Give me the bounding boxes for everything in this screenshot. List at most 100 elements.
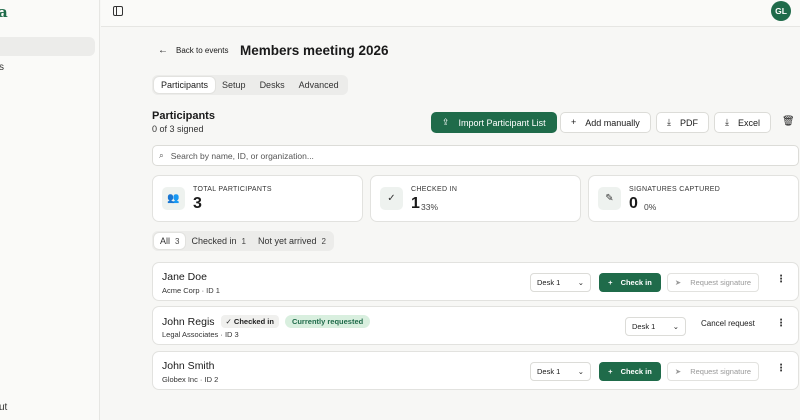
pdf-label: PDF xyxy=(679,117,698,128)
plus-icon: + xyxy=(571,117,577,127)
user-plus-icon: + xyxy=(608,367,613,376)
chevron-down-icon: ⌄ xyxy=(577,278,584,287)
search-input[interactable]: ⌕ Search by name, ID, or organization... xyxy=(152,145,799,166)
participant-row: John Regis ✓ Checked in Currently reques… xyxy=(152,306,799,345)
sidebar: a s ut xyxy=(0,0,100,420)
desk-value: Desk 1 xyxy=(537,278,561,287)
request-signature-label: Request signature xyxy=(690,367,752,376)
filter-count: 1 xyxy=(241,236,246,246)
chevron-down-icon: ⌄ xyxy=(577,367,584,376)
check-in-button[interactable]: + Check in xyxy=(599,362,661,381)
request-signature-label: Request signature xyxy=(690,278,752,287)
participant-name-text: John Regis xyxy=(162,315,215,328)
filter-label: Not yet arrived xyxy=(257,236,317,246)
stat-label: TOTAL PARTICIPANTS xyxy=(193,186,272,193)
excel-label: Excel xyxy=(737,117,760,128)
page-title: Members meeting 2026 xyxy=(240,43,389,58)
desk-value: Desk 1 xyxy=(632,322,656,331)
check-in-label: Check in xyxy=(620,367,652,376)
more-options-icon[interactable]: ⋮ xyxy=(776,363,786,374)
back-label: Back to events xyxy=(176,46,229,55)
brand-logo[interactable]: a xyxy=(0,3,8,21)
download-icon: ⤓ xyxy=(725,117,729,127)
participant-meta: Globex Inc · ID 2 xyxy=(162,375,219,384)
filter-label: Checked in xyxy=(191,236,237,246)
participant-meta: Acme Corp · ID 1 xyxy=(162,286,220,295)
participant-name: John Smith xyxy=(162,360,215,372)
stat-label: SIGNATURES CAPTURED xyxy=(629,186,721,193)
stat-value: 1 xyxy=(411,195,420,212)
filter-count: 2 xyxy=(321,236,326,246)
signed-count: 0 of 3 signed xyxy=(152,124,204,134)
participant-name-text: John Smith xyxy=(162,360,215,372)
checked-in-badge-label: Checked in xyxy=(233,317,274,326)
search-icon: ⌕ xyxy=(159,150,164,160)
participant-name: John Regis ✓ Checked in Currently reques… xyxy=(162,315,371,328)
arrow-left-icon: ← xyxy=(158,45,168,56)
request-signature-button[interactable]: ➤ Request signature xyxy=(667,273,759,292)
back-to-events-link[interactable]: ← Back to events xyxy=(158,45,228,56)
desk-select[interactable]: Desk 1 ⌄ xyxy=(530,362,591,381)
stat-card-signatures: ✎ SIGNATURES CAPTURED 0 0% xyxy=(588,175,799,222)
user-plus-icon: + xyxy=(608,278,613,287)
checked-in-badge: ✓ Checked in xyxy=(220,315,279,328)
import-label: Import Participant List xyxy=(458,117,546,128)
participant-row: Jane Doe Acme Corp · ID 1 Desk 1 ⌄ + Che… xyxy=(152,262,799,301)
desk-value: Desk 1 xyxy=(537,367,561,376)
request-signature-button[interactable]: ➤ Request signature xyxy=(667,362,759,381)
tab-setup[interactable]: Setup xyxy=(215,77,253,93)
tab-participants[interactable]: Participants xyxy=(154,77,216,93)
participant-row: John Smith Globex Inc · ID 2 Desk 1 ⌄ + … xyxy=(152,351,799,390)
filter-all[interactable]: All 3 xyxy=(154,233,186,249)
pdf-export-button[interactable]: ⤓ PDF xyxy=(656,112,709,133)
stat-percent: 0% xyxy=(644,202,657,212)
check-in-label: Check in xyxy=(620,278,652,287)
participant-name: Jane Doe xyxy=(162,271,207,283)
status-filter: All 3 Checked in 1 Not yet arrived 2 xyxy=(152,231,334,251)
sidebar-toggle-icon[interactable] xyxy=(113,6,123,16)
pen-icon: ✎ xyxy=(598,187,621,210)
desk-select[interactable]: Desk 1 ⌄ xyxy=(625,317,686,336)
more-options-icon[interactable]: ⋮ xyxy=(776,274,786,285)
stat-card-total: 👥 TOTAL PARTICIPANTS 3 xyxy=(152,175,363,222)
sidebar-item[interactable]: s xyxy=(0,62,4,73)
filter-count: 3 xyxy=(175,236,180,246)
tabs: Participants Setup Desks Advanced xyxy=(152,75,348,95)
filter-checked-in[interactable]: Checked in 1 xyxy=(185,233,251,249)
chevron-down-icon: ⌄ xyxy=(672,322,679,331)
topbar: GL xyxy=(101,0,800,27)
filter-not-yet-arrived[interactable]: Not yet arrived 2 xyxy=(252,233,332,249)
import-participant-list-button[interactable]: ⇪ Import Participant List xyxy=(431,112,557,133)
check-in-button[interactable]: + Check in xyxy=(599,273,661,292)
excel-export-button[interactable]: ⤓ Excel xyxy=(714,112,771,133)
stat-percent: 33% xyxy=(421,202,439,212)
add-manually-button[interactable]: + Add manually xyxy=(560,112,651,133)
participant-meta: Legal Associates · ID 3 xyxy=(162,330,239,339)
user-check-icon: ✓ xyxy=(380,187,403,210)
avatar[interactable]: GL xyxy=(771,1,791,21)
stat-label: CHECKED IN xyxy=(411,186,458,193)
more-options-icon[interactable]: ⋮ xyxy=(776,318,786,329)
tab-desks[interactable]: Desks xyxy=(253,77,292,93)
filter-label: All xyxy=(160,236,171,246)
upload-icon: ⇪ xyxy=(442,117,450,127)
user-check-icon: ✓ xyxy=(225,317,232,326)
send-icon: ➤ xyxy=(674,278,682,287)
stat-value: 3 xyxy=(193,195,202,212)
search-placeholder: Search by name, ID, or organization... xyxy=(170,150,314,161)
send-icon: ➤ xyxy=(674,367,682,376)
sidebar-item-active[interactable] xyxy=(0,37,95,56)
users-icon: 👥 xyxy=(162,187,185,210)
add-label: Add manually xyxy=(585,117,640,128)
currently-requested-badge: Currently requested xyxy=(284,315,371,328)
download-icon: ⤓ xyxy=(667,117,671,127)
participant-name-text: Jane Doe xyxy=(162,271,207,283)
stat-card-checked-in: ✓ CHECKED IN 1 33% xyxy=(370,175,581,222)
section-title: Participants xyxy=(152,110,215,122)
cancel-request-button[interactable]: Cancel request xyxy=(701,319,755,328)
sidebar-footer-item[interactable]: ut xyxy=(0,402,7,413)
stat-value: 0 xyxy=(629,195,638,212)
desk-select[interactable]: Desk 1 ⌄ xyxy=(530,273,591,292)
trash-icon[interactable]: 🗑 xyxy=(782,116,795,127)
tab-advanced[interactable]: Advanced xyxy=(292,77,346,93)
